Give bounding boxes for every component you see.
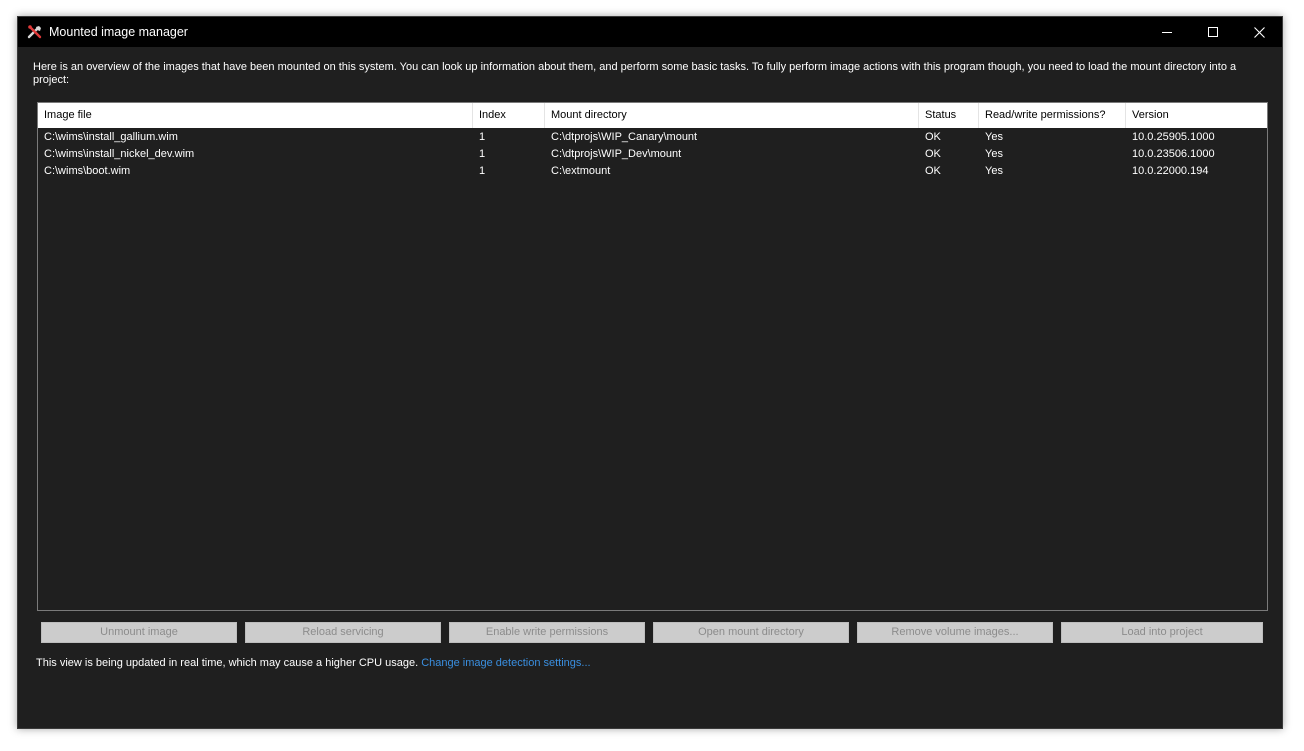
column-header-mount-directory[interactable]: Mount directory bbox=[545, 103, 919, 128]
cell-status: OK bbox=[925, 148, 941, 160]
cell-mount-directory: C:\dtprojs\WIP_Canary\mount bbox=[551, 131, 698, 143]
cell-index: 1 bbox=[479, 165, 486, 177]
window-title: Mounted image manager bbox=[49, 25, 188, 39]
mounted-image-manager-window: Mounted image manager Here is an overvie… bbox=[17, 16, 1283, 729]
maximize-icon bbox=[1208, 27, 1218, 37]
column-header-image-file[interactable]: Image file bbox=[38, 103, 473, 128]
minimize-icon bbox=[1162, 32, 1172, 33]
maximize-button[interactable] bbox=[1190, 17, 1236, 47]
cell-index: 1 bbox=[479, 148, 486, 160]
cell-permissions: Yes bbox=[985, 165, 1003, 177]
reload-servicing-button[interactable]: Reload servicing bbox=[245, 622, 441, 643]
minimize-button[interactable] bbox=[1144, 17, 1190, 47]
close-icon bbox=[1253, 26, 1265, 38]
remove-volume-images-button[interactable]: Remove volume images... bbox=[857, 622, 1053, 643]
cell-status: OK bbox=[925, 131, 941, 143]
footer: This view is being updated in real time,… bbox=[36, 657, 591, 669]
column-header-permissions[interactable]: Read/write permissions? bbox=[979, 103, 1126, 128]
table-row[interactable]: C:\wims\install_nickel_dev.wim 1 C:\dtpr… bbox=[38, 146, 1267, 163]
cell-permissions: Yes bbox=[985, 131, 1003, 143]
table-row[interactable]: C:\wims\install_gallium.wim 1 C:\dtprojs… bbox=[38, 129, 1267, 146]
cell-index: 1 bbox=[479, 131, 486, 143]
column-header-version[interactable]: Version bbox=[1126, 103, 1267, 128]
unmount-image-button[interactable]: Unmount image bbox=[41, 622, 237, 643]
cell-image-file: C:\wims\install_gallium.wim bbox=[44, 131, 178, 143]
action-button-bar: Unmount image Reload servicing Enable wr… bbox=[41, 622, 1265, 643]
tools-icon bbox=[27, 24, 43, 40]
mounted-images-list[interactable]: Image file Index Mount directory Status … bbox=[37, 102, 1268, 611]
cell-image-file: C:\wims\install_nickel_dev.wim bbox=[44, 148, 195, 160]
cell-mount-directory: C:\extmount bbox=[551, 165, 611, 177]
cell-image-file: C:\wims\boot.wim bbox=[44, 165, 131, 177]
realtime-notice: This view is being updated in real time,… bbox=[36, 657, 419, 669]
column-header-status[interactable]: Status bbox=[919, 103, 979, 128]
cell-mount-directory: C:\dtprojs\WIP_Dev\mount bbox=[551, 148, 682, 160]
cell-version: 10.0.22000.194 bbox=[1132, 165, 1209, 177]
enable-write-permissions-button[interactable]: Enable write permissions bbox=[449, 622, 645, 643]
intro-text: Here is an overview of the images that h… bbox=[33, 61, 1237, 86]
cell-status: OK bbox=[925, 165, 941, 177]
column-header-index[interactable]: Index bbox=[473, 103, 545, 128]
cell-version: 10.0.23506.1000 bbox=[1132, 148, 1215, 160]
cell-permissions: Yes bbox=[985, 148, 1003, 160]
list-header: Image file Index Mount directory Status … bbox=[38, 103, 1267, 128]
change-detection-settings-link[interactable]: Change image detection settings... bbox=[421, 657, 590, 669]
load-into-project-button[interactable]: Load into project bbox=[1061, 622, 1263, 643]
title-bar[interactable]: Mounted image manager bbox=[18, 17, 1282, 47]
close-button[interactable] bbox=[1236, 17, 1282, 47]
cell-version: 10.0.25905.1000 bbox=[1132, 131, 1215, 143]
open-mount-directory-button[interactable]: Open mount directory bbox=[653, 622, 849, 643]
table-row[interactable]: C:\wims\boot.wim 1 C:\extmount OK Yes 10… bbox=[38, 163, 1267, 180]
